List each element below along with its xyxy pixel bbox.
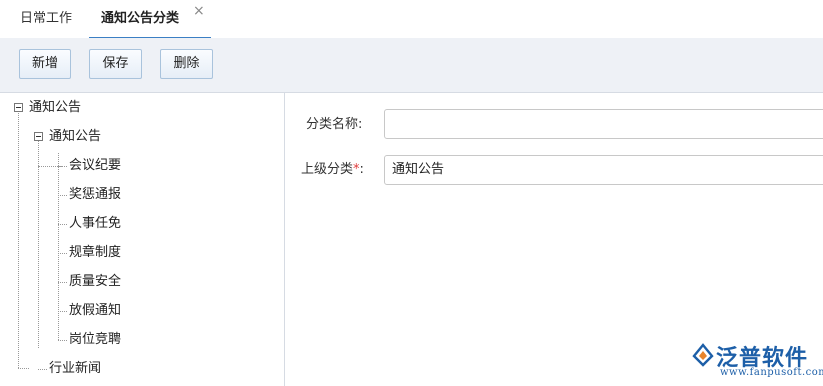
tree-connector — [58, 224, 67, 225]
tab-bar: 日常工作 通知公告分类 × — [0, 0, 823, 39]
parent-category-label: 上级分类*: — [301, 160, 364, 180]
tree-node-root[interactable]: 通知公告 — [29, 98, 81, 118]
tree-connector — [58, 282, 67, 283]
tab-notice-category-label: 通知公告分类 — [101, 11, 180, 26]
tree-connector — [18, 111, 19, 368]
category-name-field[interactable] — [384, 109, 823, 139]
tree-leaf[interactable]: 规章制度 — [69, 243, 121, 263]
tree-connector — [58, 340, 67, 341]
tree-connector — [58, 195, 67, 196]
tree-leaf[interactable]: 放假通知 — [69, 301, 121, 321]
tree-node-industry-news[interactable]: 行业新闻 — [49, 359, 101, 379]
collapse-icon[interactable] — [14, 103, 23, 112]
tree-connector — [58, 253, 67, 254]
tree-leaf[interactable]: 岗位竞聘 — [69, 330, 121, 350]
tree-connector — [58, 166, 67, 167]
toolbar: 新增 保存 删除 — [0, 38, 823, 93]
category-tree: 通知公告 通知公告 会议纪要 奖惩通报 人事任免 规章制度 质量安全 放假通知 … — [0, 93, 285, 386]
add-button[interactable]: 新增 — [19, 49, 71, 79]
tab-daily-work[interactable]: 日常工作 — [20, 0, 72, 37]
tree-connector — [18, 368, 29, 369]
close-icon[interactable]: × — [193, 4, 205, 18]
collapse-icon[interactable] — [34, 132, 43, 141]
brand-url: www.fanpusoft.com — [720, 367, 823, 378]
tree-leaf[interactable]: 会议纪要 — [69, 156, 121, 176]
logo-icon — [692, 343, 714, 367]
tree-connector — [38, 141, 39, 348]
tree-connector — [38, 369, 47, 370]
delete-button[interactable]: 删除 — [160, 49, 213, 79]
tree-node-notice[interactable]: 通知公告 — [49, 127, 101, 147]
tree-leaf[interactable]: 奖惩通报 — [69, 185, 121, 205]
parent-category-label-text: 上级分类 — [301, 162, 354, 177]
tree-connector — [58, 311, 67, 312]
category-name-label: 分类名称: — [306, 117, 363, 132]
brand-logo: 泛普软件 www.fanpusoft.com — [690, 338, 823, 386]
save-button[interactable]: 保存 — [89, 49, 142, 79]
parent-category-field[interactable]: 通知公告 — [384, 155, 823, 185]
label-colon: : — [359, 162, 364, 177]
tree-leaf[interactable]: 质量安全 — [69, 272, 121, 292]
tree-leaf[interactable]: 人事任免 — [69, 214, 121, 234]
